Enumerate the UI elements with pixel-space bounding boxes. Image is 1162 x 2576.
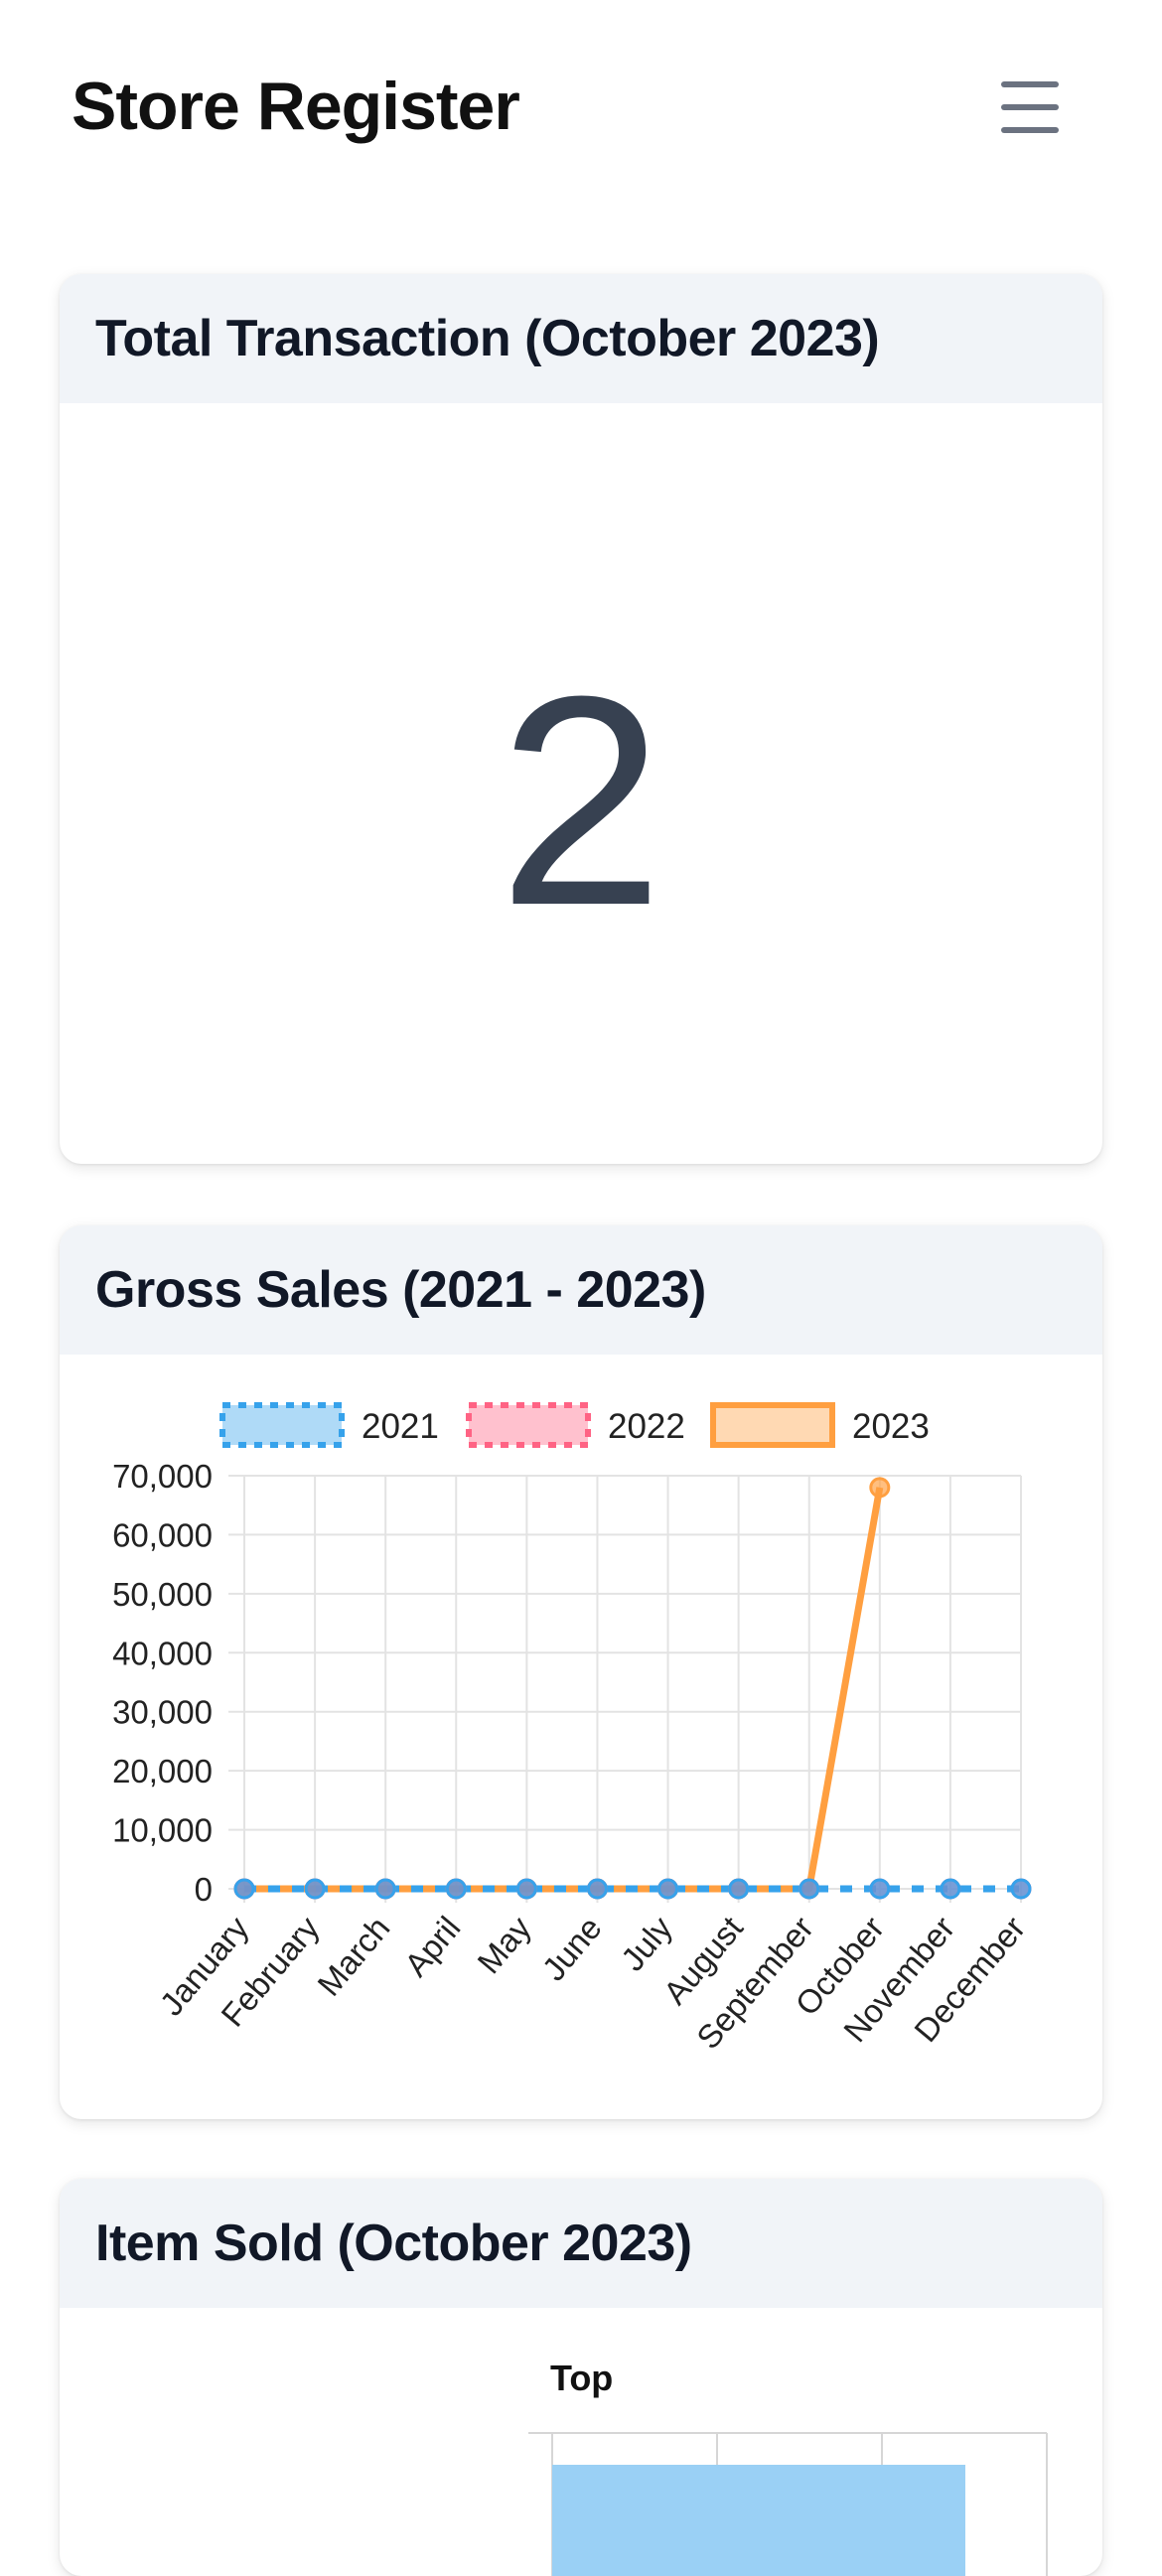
data-point-2021 <box>233 1878 255 1900</box>
gross-sales-chart: 2021 2022 2023 0 10,000 20,000 30,000 40,000 50,… <box>60 1355 1102 2119</box>
x-tick-label: March <box>310 1910 396 2003</box>
gross-sales-title: Gross Sales (2021 - 2023) <box>60 1225 1102 1355</box>
legend-label-2023: 2023 <box>852 1407 930 1446</box>
x-tick-label: May <box>470 1909 538 1980</box>
item-sold-bar <box>552 2465 965 2576</box>
data-point-2021 <box>304 1878 326 1900</box>
x-tick-label: July <box>614 1909 679 1977</box>
hamburger-menu-icon[interactable] <box>997 77 1069 137</box>
legend-label-2022: 2022 <box>608 1407 685 1446</box>
legend-swatch-2023 <box>710 1402 835 1448</box>
item-sold-title: Item Sold (October 2023) <box>60 2179 1102 2308</box>
total-transaction-title: Total Transaction (October 2023) <box>60 274 1102 403</box>
legend-swatch-2021 <box>219 1402 345 1448</box>
data-point-2021 <box>515 1878 537 1900</box>
total-transaction-card: Total Transaction (October 2023) 2 <box>60 274 1102 1164</box>
y-tick-label: 70,000 <box>112 1458 213 1495</box>
x-tick-label: April <box>397 1910 468 1983</box>
data-point-2021 <box>1010 1878 1032 1900</box>
data-point-2021 <box>799 1878 820 1900</box>
y-tick-label: 40,000 <box>112 1635 213 1671</box>
data-point-2021 <box>728 1878 750 1900</box>
x-tick-label: June <box>534 1910 608 1988</box>
item-sold-chart <box>528 2432 1048 2576</box>
legend-swatch-2022 <box>466 1402 591 1448</box>
legend-label-2021: 2021 <box>362 1407 439 1446</box>
data-point-2021 <box>940 1878 961 1900</box>
series-line-2023 <box>244 1487 884 1893</box>
app-title: Store Register <box>72 69 520 144</box>
top-bar: Store Register <box>0 0 1162 218</box>
data-point-2021 <box>869 1878 891 1900</box>
total-transaction-value: 2 <box>498 634 664 967</box>
data-point-2021 <box>657 1878 679 1900</box>
data-point-2021 <box>374 1878 396 1900</box>
data-point-2023 <box>869 1477 891 1499</box>
item-sold-card: Item Sold (October 2023) Top <box>60 2179 1102 2576</box>
data-point-2021 <box>586 1878 608 1900</box>
y-tick-label: 60,000 <box>112 1516 213 1553</box>
y-tick-label: 20,000 <box>112 1753 213 1789</box>
y-tick-label: 50,000 <box>112 1576 213 1613</box>
y-tick-label: 0 <box>195 1871 213 1908</box>
y-tick-label: 30,000 <box>112 1694 213 1731</box>
data-point-2021 <box>445 1878 467 1900</box>
y-tick-label: 10,000 <box>112 1812 213 1849</box>
gross-sales-card: Gross Sales (2021 - 2023) 2021 2022 2023 0 1… <box>60 1225 1102 2119</box>
